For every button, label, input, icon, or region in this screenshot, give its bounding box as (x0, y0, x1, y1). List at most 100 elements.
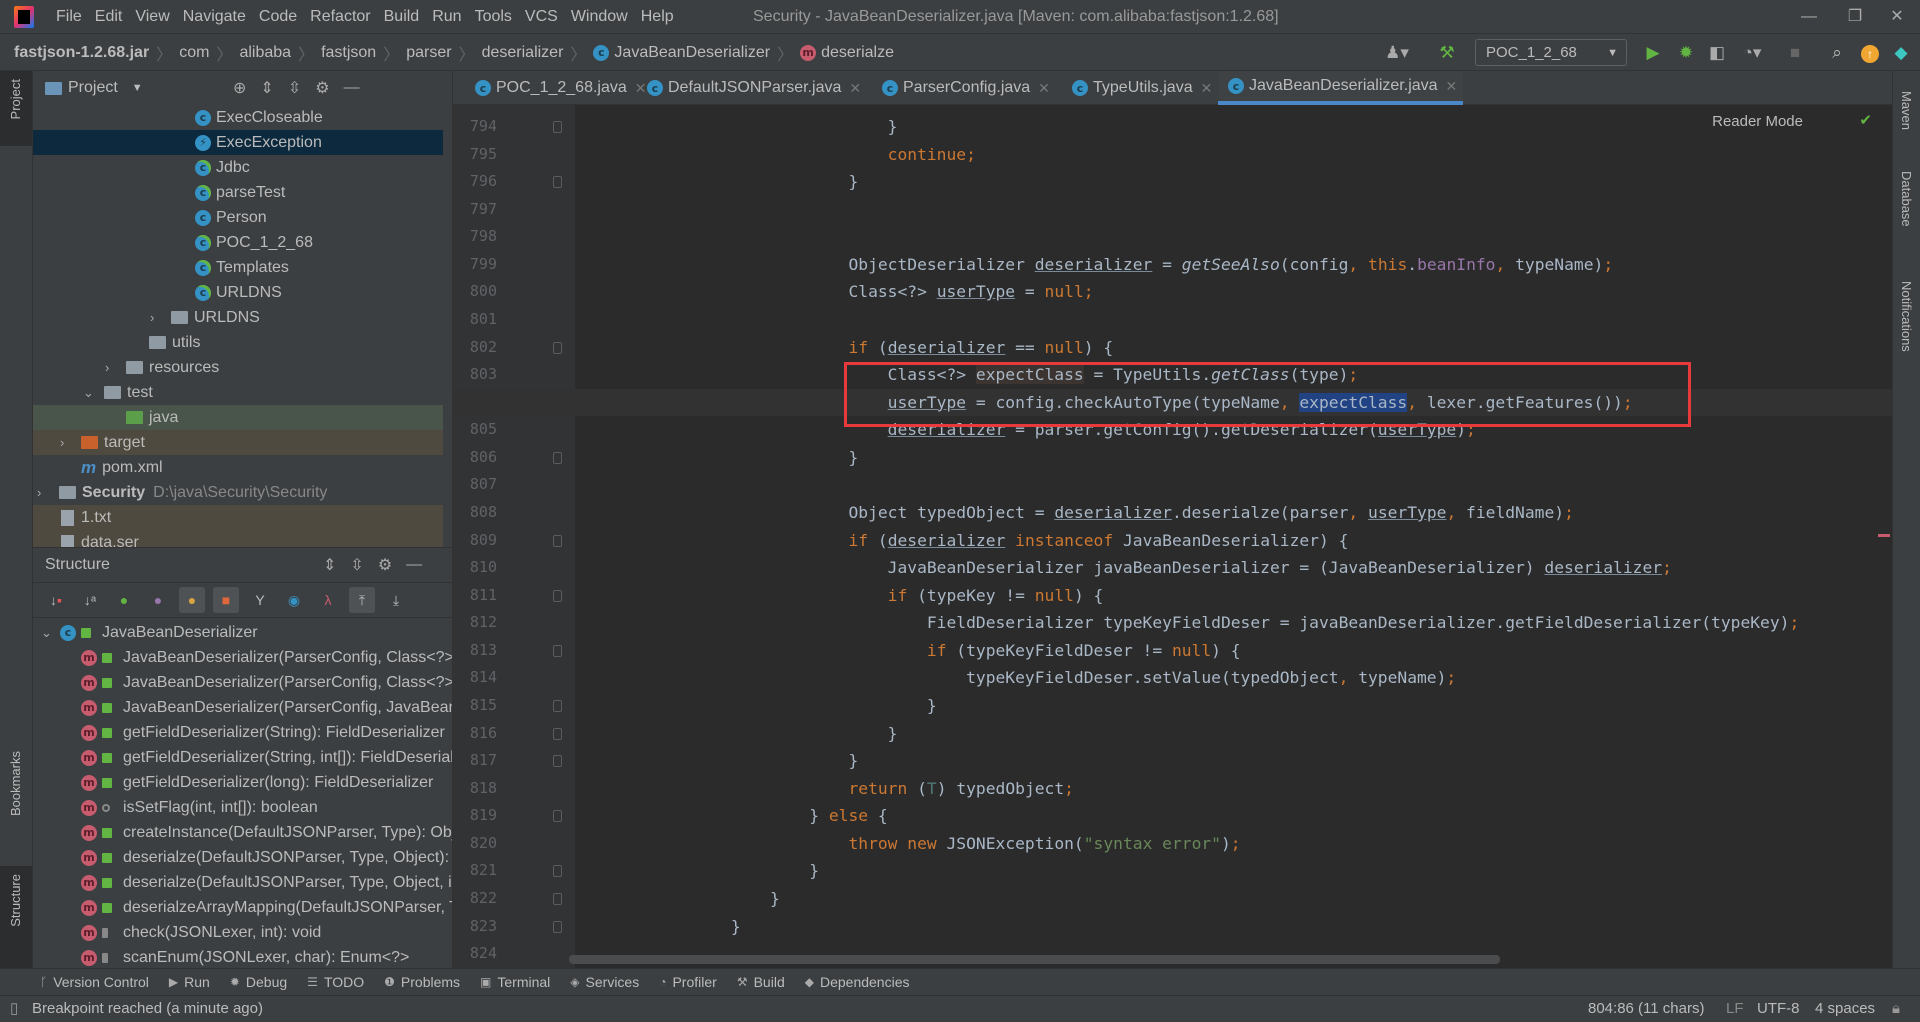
line-number[interactable]: 808 (453, 499, 497, 527)
caret-position[interactable]: 804:86 (11 chars) (1588, 996, 1704, 1022)
show-anonymous-icon[interactable]: Y (247, 587, 273, 613)
fold-marker-icon[interactable] (553, 810, 562, 823)
chevron-right-icon[interactable]: › (60, 430, 64, 455)
project-tree-item[interactable]: › target (33, 430, 443, 455)
project-tree-item[interactable]: c ExecCloseable (33, 105, 443, 130)
tool-window-build[interactable]: ⚒ Build (737, 974, 785, 990)
file-encoding[interactable]: UTF-8 (1757, 996, 1800, 1022)
fold-marker-icon[interactable] (553, 644, 562, 657)
fold-marker-icon[interactable] (553, 755, 562, 768)
sort-by-visibility-icon[interactable]: ↓ ▪ (43, 587, 69, 613)
menu-tools[interactable]: Tools (475, 8, 512, 26)
chevron-right-icon[interactable]: › (150, 305, 154, 330)
line-number[interactable]: 816 (453, 720, 497, 748)
tool-window-problems[interactable]: ❶ Problems (384, 974, 460, 990)
chevron-down-icon[interactable]: ⌄ (41, 620, 52, 645)
menu-code[interactable]: Code (259, 8, 297, 26)
line-number[interactable]: 807 (453, 471, 497, 499)
project-tree-item[interactable]: c Templates (33, 255, 443, 280)
expand-all-icon[interactable]: ⇕ (260, 78, 273, 98)
breadcrumb-item[interactable]: deserializer (482, 44, 564, 62)
close-button[interactable]: ✕ (1874, 0, 1920, 34)
chevron-down-icon[interactable]: ▼ (132, 82, 143, 94)
editor-gutter[interactable]: 7947957967977987998008018028038048058068… (453, 105, 575, 968)
fold-marker-icon[interactable] (553, 451, 562, 464)
line-number[interactable]: 818 (453, 775, 497, 803)
menu-refactor[interactable]: Refactor (310, 8, 370, 26)
autoscroll-from-source-icon[interactable]: ⤓ (383, 587, 409, 613)
close-tab-icon[interactable]: ✕ (1446, 78, 1458, 95)
tool-window-run[interactable]: ▶ Run (169, 974, 210, 990)
editor-tab[interactable]: c TypeUtils.java ✕ (1062, 71, 1216, 105)
breadcrumb-item[interactable]: JavaBeanDeserializer (614, 44, 770, 62)
menu-vcs[interactable]: VCS (525, 8, 558, 26)
tool-window-services[interactable]: ◈ Services (570, 974, 639, 990)
editor-tab[interactable]: c POC_1_2_68.java ✕ (465, 71, 647, 105)
build-hammer-icon[interactable]: ⚒ (1436, 34, 1458, 71)
code-editor[interactable]: 7947957967977987998008018028038048058068… (453, 105, 1892, 968)
user-icon[interactable]: ♟▾ (1382, 34, 1412, 71)
structure-member-item[interactable]: m deserialze(DefaultJSONParser, Type, Obj… (33, 845, 452, 870)
close-tab-icon[interactable]: ✕ (1038, 80, 1050, 97)
project-tree-item[interactable]: c POC_1_2_68 (33, 230, 443, 255)
structure-member-item[interactable]: m deserialze(DefaultJSONParser, Type, Obj… (33, 870, 452, 895)
project-tree-item[interactable]: c Jdbc (33, 155, 443, 180)
tool-window-todo[interactable]: ☰ TODO (307, 974, 364, 990)
menu-edit[interactable]: Edit (95, 8, 123, 26)
line-number[interactable]: 796 (453, 168, 497, 196)
project-tree-item[interactable]: › Security D:\java\Security\Security (33, 480, 443, 505)
horizontal-scrollbar[interactable] (569, 955, 1500, 964)
expand-all-icon[interactable]: ⇕ (323, 555, 336, 575)
structure-member-item[interactable]: m getFieldDeserializer(String, int[]): Fi… (33, 745, 452, 770)
breadcrumb-item[interactable]: deserialze (821, 44, 894, 62)
line-number[interactable]: 794 (453, 113, 497, 141)
tool-window-debug[interactable]: ✹ Debug (230, 974, 287, 990)
indent-setting[interactable]: 4 spaces (1815, 996, 1875, 1022)
collapse-all-icon[interactable]: ⇳ (350, 555, 363, 575)
menu-window[interactable]: Window (571, 8, 628, 26)
line-number[interactable]: 817 (453, 747, 497, 775)
line-number[interactable]: 820 (453, 830, 497, 858)
project-tree-item[interactable]: ⌄ test (33, 380, 443, 405)
structure-member-item[interactable]: m getFieldDeserializer(String): FieldDese… (33, 720, 445, 745)
maven-tool-tab[interactable]: Maven (1899, 91, 1914, 130)
update-icon[interactable]: ↑ (1859, 34, 1881, 71)
menu-help[interactable]: Help (641, 8, 674, 26)
search-icon[interactable]: ⌕ (1826, 34, 1848, 71)
reader-mode-button[interactable]: Reader Mode (1712, 113, 1803, 130)
line-number[interactable]: 802 (453, 334, 497, 362)
project-tree-item[interactable]: java (33, 405, 443, 430)
locate-icon[interactable]: ⊕ (233, 78, 246, 98)
inspection-ok-check-icon[interactable]: ✔ (1859, 111, 1872, 129)
line-number[interactable]: 812 (453, 609, 497, 637)
fold-marker-icon[interactable] (553, 534, 562, 547)
notifications-tool-tab[interactable]: Notifications (1899, 281, 1914, 352)
line-number[interactable]: 814 (453, 664, 497, 692)
fold-marker-icon[interactable] (553, 176, 562, 189)
toolbox-logo-icon[interactable]: ◆ (1890, 34, 1912, 71)
fold-marker-icon[interactable] (553, 121, 562, 133)
structure-member-item[interactable]: m scanEnum(JSONLexer, char): Enum<?> (33, 945, 443, 968)
fold-marker-icon[interactable] (553, 892, 562, 905)
line-number[interactable]: 801 (453, 306, 497, 334)
debug-bug-icon[interactable]: ✹ (1675, 34, 1697, 71)
line-separator[interactable]: LF (1726, 996, 1744, 1022)
stop-icon[interactable]: ■ (1786, 34, 1804, 71)
structure-member-item[interactable]: m JavaBeanDeserializer(ParserConfig, Java… (33, 695, 452, 720)
line-number[interactable]: 810 (453, 554, 497, 582)
lambda-icon[interactable]: λ (315, 587, 341, 613)
close-tab-icon[interactable]: ✕ (849, 80, 861, 97)
menu-run[interactable]: Run (432, 8, 461, 26)
structure-member-item[interactable]: m isSetFlag(int, int[]): boolean (33, 795, 443, 820)
project-panel-title[interactable]: Project (68, 79, 118, 97)
line-number[interactable]: 822 (453, 885, 497, 913)
fold-marker-icon[interactable] (553, 589, 562, 602)
project-tree-item[interactable]: › resources (33, 355, 443, 380)
show-non-public-icon[interactable]: ■ (213, 587, 239, 613)
tool-window-profiler[interactable]: ◔ Profiler (659, 974, 717, 990)
fold-marker-icon[interactable] (553, 865, 562, 878)
line-number[interactable]: 803 (453, 361, 497, 389)
line-number[interactable]: 799 (453, 251, 497, 279)
autoscroll-to-source-icon[interactable]: ⤒ (349, 587, 375, 613)
menu-file[interactable]: File (56, 8, 82, 26)
